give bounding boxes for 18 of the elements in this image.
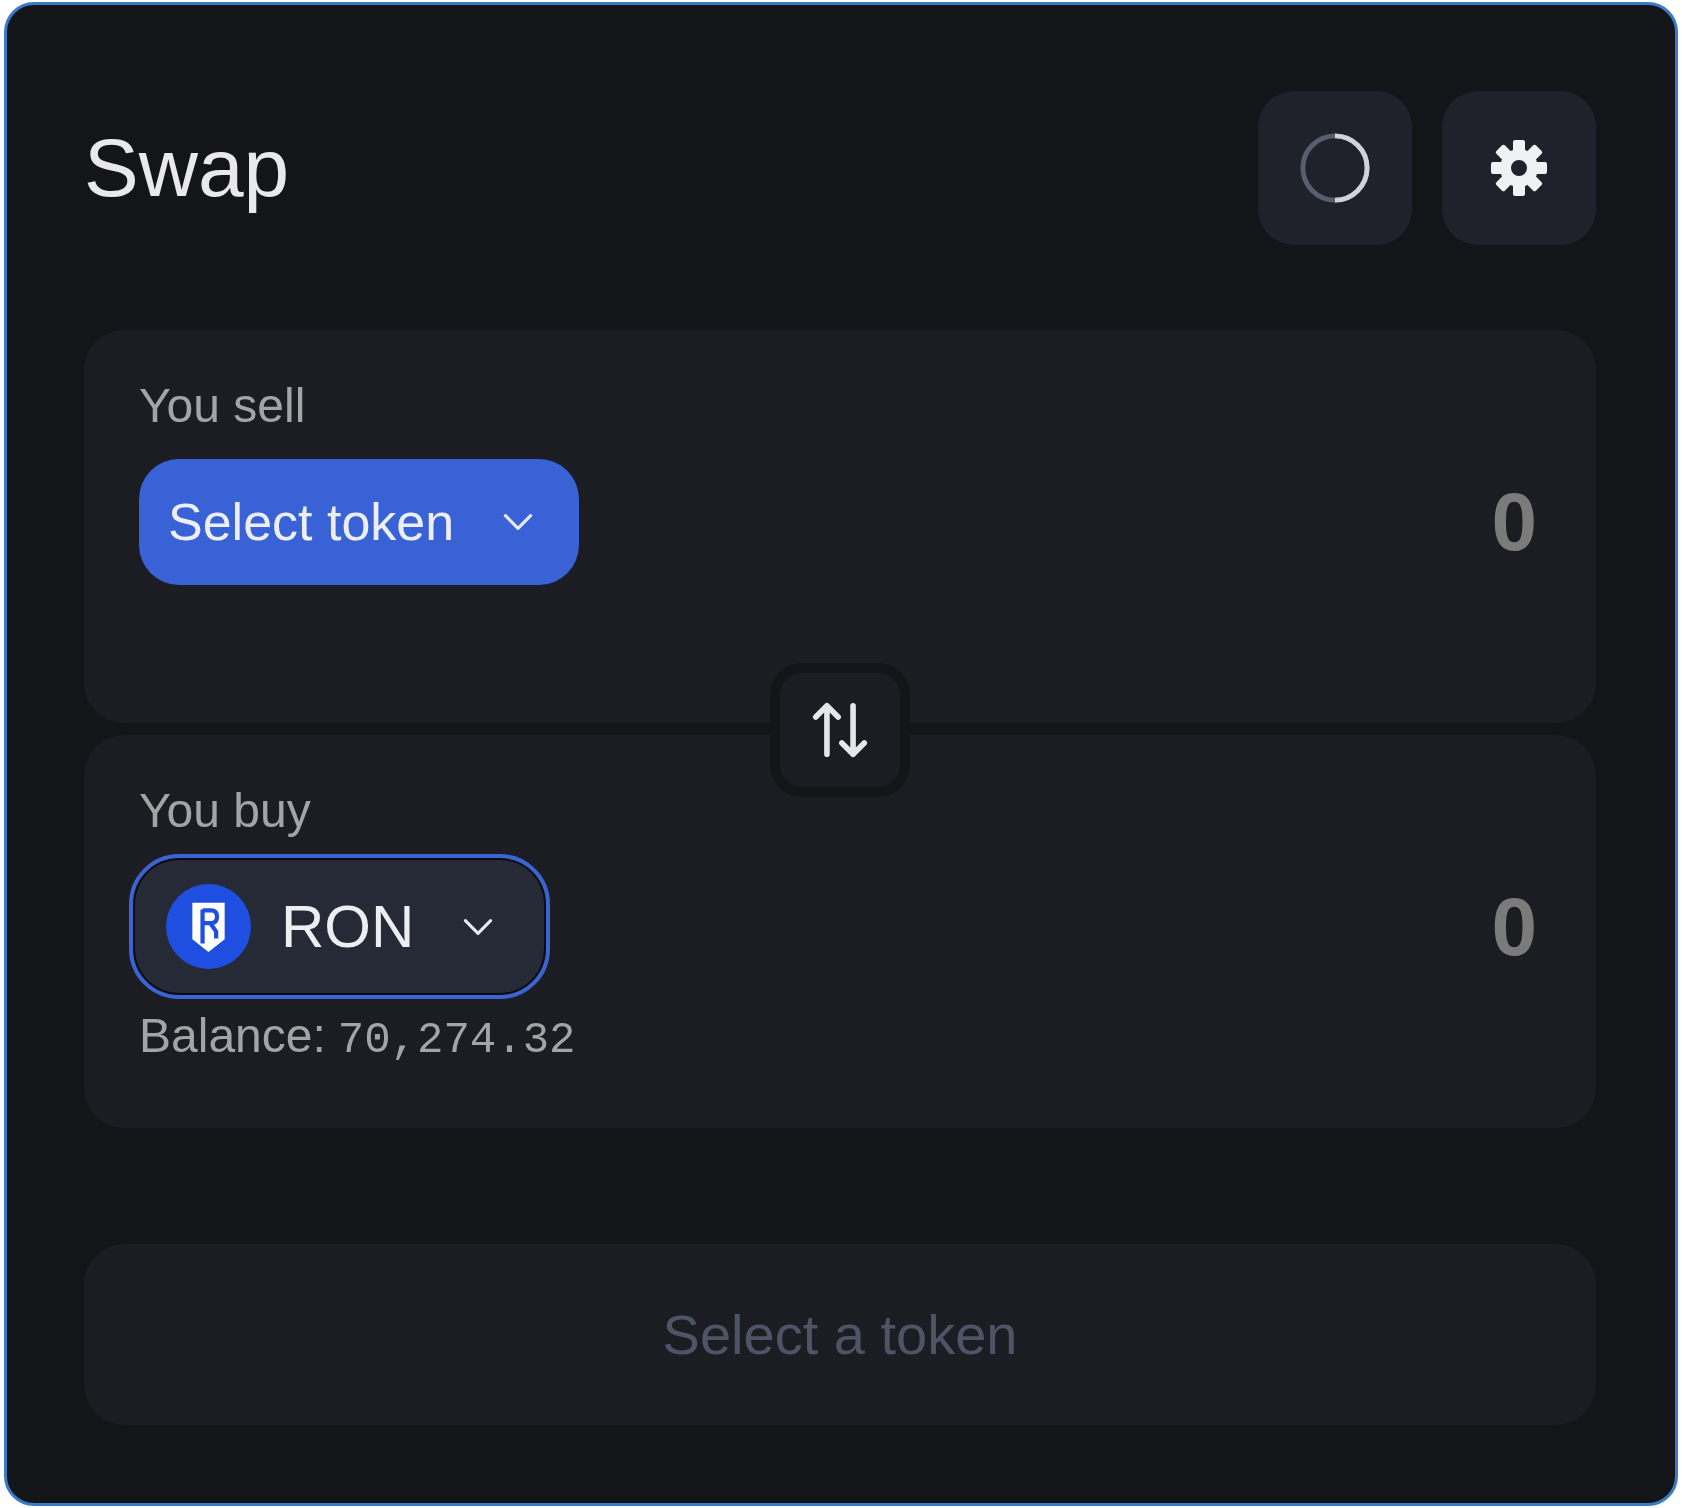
token-button[interactable]: RON: [129, 854, 551, 999]
chevron-down-icon: [502, 512, 535, 531]
balance-value: 70,274.32: [337, 1014, 576, 1067]
up-down-arrows-icon: [812, 702, 868, 758]
token-logo-icon: [166, 884, 251, 969]
swap-direction-button[interactable]: [770, 663, 910, 797]
page-title: Swap: [84, 120, 290, 215]
select-token-button[interactable]: Select token: [139, 458, 580, 585]
amount-field[interactable]: 0: [1479, 474, 1537, 569]
card-label: You sell: [139, 378, 306, 434]
settings-icon: [1491, 140, 1547, 196]
chevron-down-icon: [462, 917, 495, 936]
loading-button[interactable]: [1258, 91, 1412, 245]
card-label: You buy: [139, 783, 311, 839]
amount-field[interactable]: 0: [1479, 879, 1537, 974]
settings-button[interactable]: [1442, 91, 1596, 245]
spinner-icon: [1300, 133, 1370, 203]
balance-label: Balance:: [139, 1008, 326, 1064]
